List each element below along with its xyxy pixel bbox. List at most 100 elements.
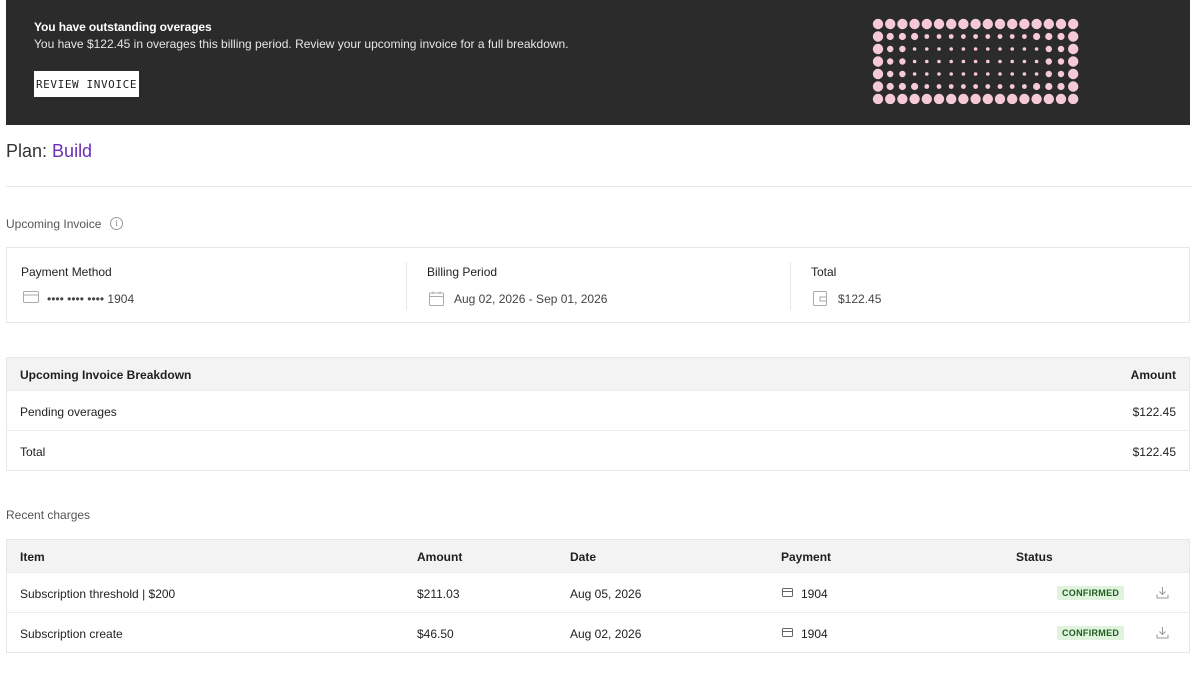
pattern-dot xyxy=(973,72,978,76)
pattern-dot xyxy=(1022,47,1027,51)
charge-payment: 1904 xyxy=(801,627,828,641)
pattern-dot xyxy=(949,72,953,76)
pattern-dot xyxy=(872,31,884,42)
plan-prefix: Plan: xyxy=(6,141,48,161)
pattern-dot xyxy=(1010,72,1014,76)
pattern-dot xyxy=(1010,47,1014,51)
breakdown-header-amount: Amount xyxy=(1130,368,1176,382)
divider xyxy=(6,186,1192,187)
pattern-dot xyxy=(925,59,929,64)
receipt-icon xyxy=(813,291,827,306)
pattern-dot xyxy=(911,32,919,41)
table-row: Subscription create $46.50 Aug 02, 2026 … xyxy=(7,613,1189,653)
charge-payment: 1904 xyxy=(801,587,828,601)
breakdown-item: Total xyxy=(20,445,46,459)
pattern-dot xyxy=(1007,18,1018,30)
pattern-dot xyxy=(998,72,1002,76)
pattern-dot xyxy=(998,59,1002,64)
table-header: Upcoming Invoice Breakdown Amount xyxy=(7,358,1189,391)
pattern-dot xyxy=(985,34,991,39)
pattern-dot xyxy=(924,34,930,39)
column-header-date: Date xyxy=(570,550,597,564)
pattern-dot xyxy=(1068,43,1079,55)
pattern-dot xyxy=(909,93,920,104)
status-badge: CONFIRMED xyxy=(1057,586,1125,600)
pattern-dot xyxy=(973,84,978,89)
pattern-dot xyxy=(886,32,894,41)
pattern-dot xyxy=(998,47,1002,51)
pattern-dot xyxy=(973,47,978,51)
table-row: Total $122.45 xyxy=(7,431,1189,471)
pattern-dot xyxy=(1045,70,1052,78)
pattern-dot xyxy=(1022,34,1027,39)
review-invoice-button[interactable]: REVIEW INVOICE xyxy=(34,71,139,97)
pattern-dot xyxy=(1031,18,1042,30)
pattern-dot xyxy=(1033,82,1041,91)
credit-card-icon xyxy=(782,628,793,637)
pattern-dot xyxy=(986,72,990,76)
pattern-dot xyxy=(1007,93,1018,104)
pattern-dot xyxy=(948,84,954,89)
pattern-dot xyxy=(958,18,969,30)
pattern-dot xyxy=(1068,93,1079,104)
pattern-dot xyxy=(909,18,920,30)
breakdown-item: Pending overages xyxy=(20,405,117,419)
info-icon[interactable]: i xyxy=(110,217,123,230)
pattern-dot xyxy=(1068,68,1079,80)
pattern-dot xyxy=(961,59,966,64)
total-label: Total xyxy=(811,265,837,279)
pattern-dot xyxy=(872,93,884,104)
pattern-dot xyxy=(997,84,1003,89)
invoice-breakdown-table: Upcoming Invoice Breakdown Amount Pendin… xyxy=(6,357,1190,471)
calendar-icon xyxy=(429,291,444,306)
credit-card-icon xyxy=(782,588,793,597)
pattern-dot xyxy=(933,93,945,104)
pattern-dot xyxy=(872,56,884,67)
pattern-dot xyxy=(937,47,941,51)
pattern-dot xyxy=(1019,18,1030,30)
payment-method-label: Payment Method xyxy=(21,265,112,279)
total-section: Total $122.45 xyxy=(797,248,1187,322)
pattern-dot xyxy=(1009,34,1015,39)
pattern-dot xyxy=(887,58,894,65)
pattern-dot xyxy=(872,68,884,80)
charge-date: Aug 02, 2026 xyxy=(570,627,642,641)
pattern-dot xyxy=(872,81,884,92)
column-header-amount: Amount xyxy=(417,550,463,564)
pattern-dot xyxy=(1022,72,1027,76)
pattern-dot xyxy=(994,18,1006,30)
banner-text: You have $122.45 in overages this billin… xyxy=(34,37,569,51)
pattern-dot xyxy=(1057,32,1065,41)
pattern-dot xyxy=(911,82,919,91)
pattern-dot xyxy=(912,59,917,64)
pattern-dot xyxy=(936,84,942,89)
pattern-dot xyxy=(985,84,991,89)
download-icon[interactable] xyxy=(1156,586,1169,599)
pattern-dot xyxy=(921,93,932,104)
charge-item: Subscription threshold | $200 xyxy=(20,587,176,601)
pattern-dot xyxy=(937,72,941,76)
pattern-dot xyxy=(961,47,966,51)
table-row: Pending overages $122.45 xyxy=(7,391,1189,431)
pattern-dot xyxy=(1022,84,1027,89)
pattern-dot xyxy=(885,93,896,104)
pattern-dot xyxy=(1019,93,1030,104)
pattern-dot xyxy=(1009,84,1015,89)
pattern-dot xyxy=(1068,56,1079,67)
pattern-dot xyxy=(961,72,966,76)
pattern-dot xyxy=(933,18,945,30)
pattern-dot xyxy=(970,18,981,30)
pattern-dot xyxy=(937,59,941,64)
pattern-dot xyxy=(1057,58,1065,65)
total-value: $122.45 xyxy=(838,292,882,306)
invoice-summary: Payment Method •••• •••• •••• 1904 Billi… xyxy=(6,247,1190,323)
pattern-dot xyxy=(1068,31,1079,42)
charge-amount: $46.50 xyxy=(417,627,454,641)
pattern-dot xyxy=(1055,18,1067,30)
pattern-dot xyxy=(994,93,1006,104)
download-icon[interactable] xyxy=(1156,626,1169,639)
banner-title: You have outstanding overages xyxy=(34,20,212,34)
pattern-dot xyxy=(898,32,906,41)
dot-pattern-graphic xyxy=(872,18,1079,104)
pattern-dot xyxy=(949,47,953,51)
